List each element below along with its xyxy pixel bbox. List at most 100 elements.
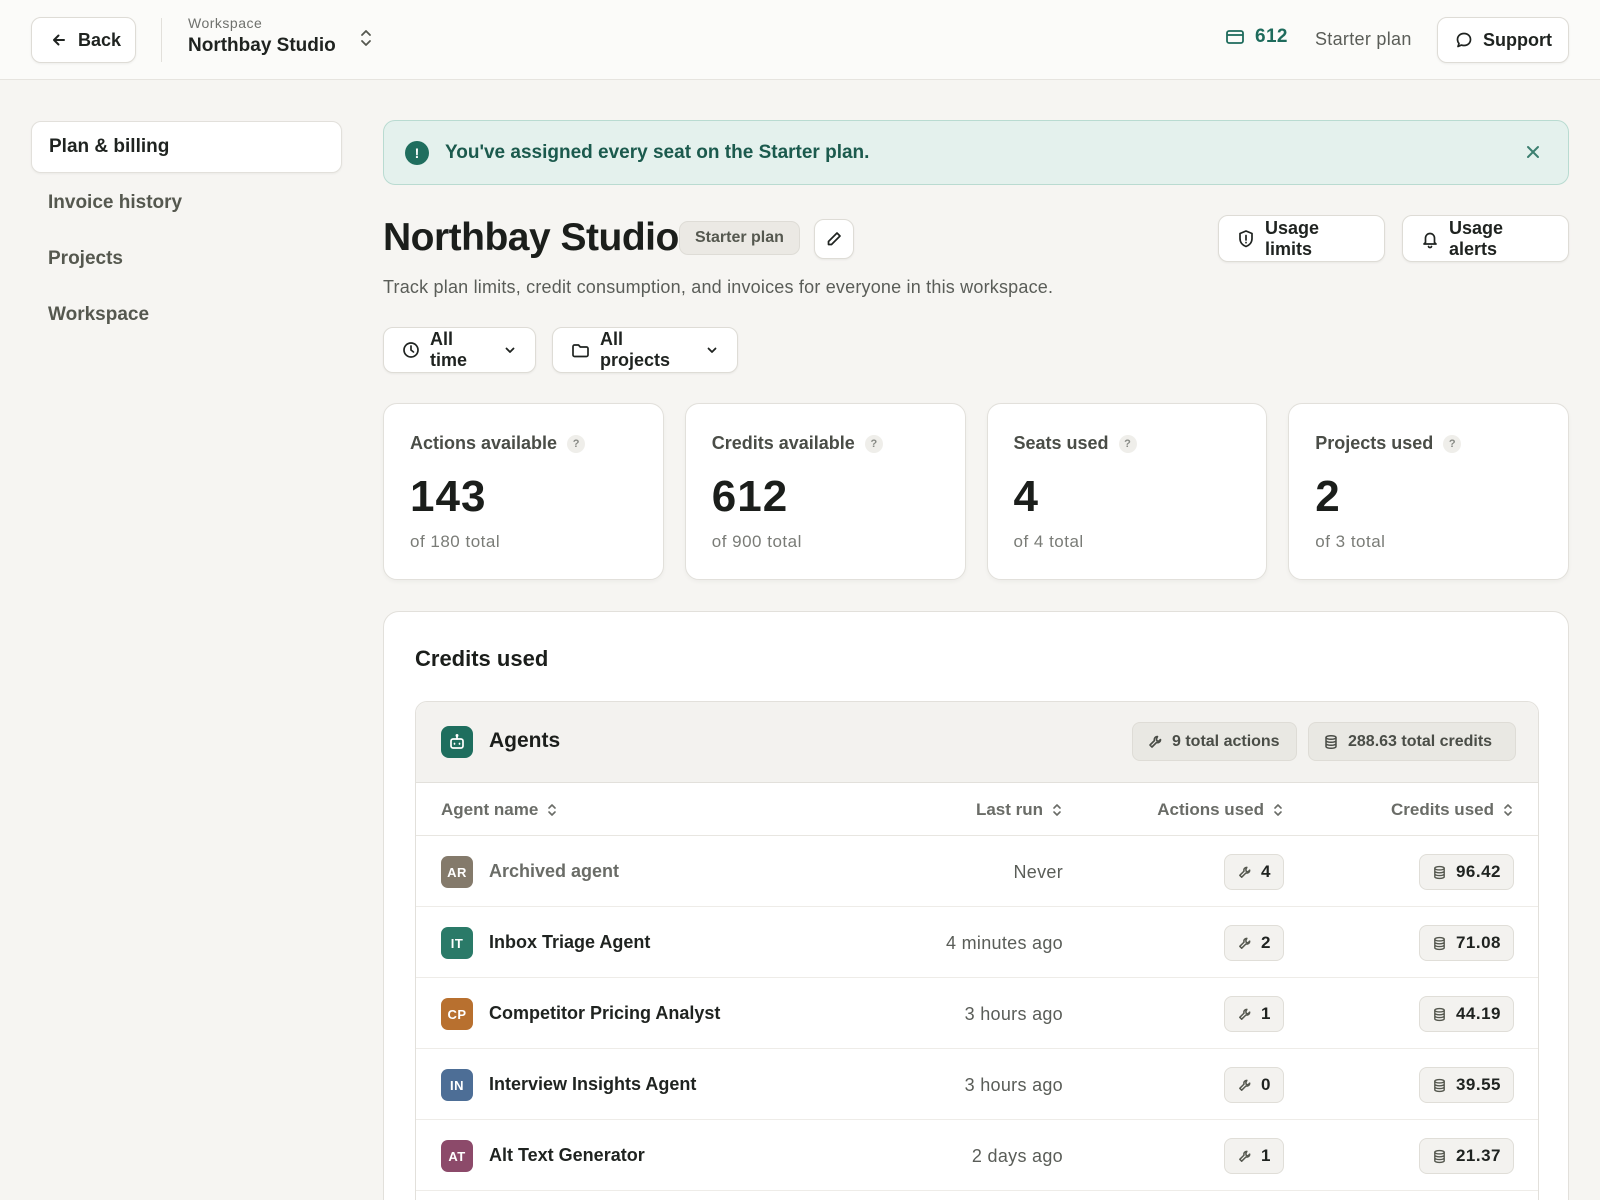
- chevron-up-down-icon: [358, 27, 374, 49]
- help-icon[interactable]: ?: [1443, 434, 1462, 453]
- actions-used-value: 1: [1261, 1146, 1271, 1165]
- credits-used-badge: 39.55: [1418, 1067, 1514, 1103]
- help-icon[interactable]: ?: [1118, 434, 1137, 453]
- column-last-run[interactable]: Last run: [976, 800, 1063, 820]
- stat-label: Seats used ?: [1014, 433, 1241, 454]
- sidebar-item-projects[interactable]: Projects: [31, 233, 342, 285]
- credits-used-value: 71.08: [1455, 933, 1501, 952]
- sidebar-item-invoice-history[interactable]: Invoice history: [31, 177, 342, 229]
- credits-used-panel: Credits used Agents 9 total actions 288.…: [383, 611, 1569, 1200]
- credits-used-badge: 71.08: [1418, 925, 1514, 961]
- chevron-down-icon: [705, 343, 719, 357]
- table-row[interactable]: IN Interview Insights Agent 3 hours ago …: [416, 1049, 1538, 1120]
- total-credits-text: 288.63 total credits: [1348, 732, 1493, 750]
- usage-limits-button[interactable]: Usage limits: [1218, 215, 1385, 262]
- agents-group-header: Agents 9 total actions 288.63 total cred…: [416, 702, 1538, 783]
- last-run: 4 minutes ago: [946, 933, 1063, 953]
- sidebar-item-workspace[interactable]: Workspace: [31, 289, 342, 341]
- avatar: CP: [441, 998, 473, 1030]
- wrench-icon: [1237, 1078, 1252, 1093]
- table-row[interactable]: IT Inbox Triage Agent 4 minutes ago 2 71…: [416, 907, 1538, 978]
- credit-count: 612: [1255, 26, 1288, 47]
- table-row[interactable]: CP Competitor Pricing Analyst 3 hours ag…: [416, 978, 1538, 1049]
- edit-name-button[interactable]: [814, 219, 854, 259]
- clock-icon: [402, 341, 420, 359]
- stat-total: of 3 total: [1315, 532, 1386, 551]
- wrench-icon: [1237, 1007, 1252, 1022]
- column-credits-used[interactable]: Credits used: [1391, 800, 1514, 820]
- workspace-switcher[interactable]: Workspace Northbay Studio: [188, 15, 388, 65]
- help-icon[interactable]: ?: [864, 434, 883, 453]
- agent-name: Alt Text Generator: [489, 1145, 645, 1165]
- avatar: IN: [441, 1069, 473, 1101]
- seat-limit-banner: ! You've assigned every seat on the Star…: [383, 120, 1569, 185]
- sort-icon: [546, 802, 558, 818]
- projects-filter[interactable]: All projects: [552, 327, 738, 373]
- last-run: Never: [1013, 862, 1063, 882]
- usage-alerts-button[interactable]: Usage alerts: [1402, 215, 1569, 262]
- database-icon: [1432, 1078, 1447, 1093]
- chevron-down-icon: [503, 343, 517, 357]
- credits-used-value: 96.42: [1455, 862, 1501, 881]
- table-row[interactable]: AR Archived agent Never 4 96.42: [416, 836, 1538, 907]
- column-agent-name[interactable]: Agent name: [441, 800, 558, 820]
- close-icon[interactable]: [1522, 141, 1544, 163]
- pencil-icon: [825, 230, 843, 248]
- stat-value: 2: [1315, 472, 1341, 521]
- stat-label: Projects used ?: [1315, 433, 1542, 454]
- credits-used-value: 44.19: [1455, 1004, 1501, 1023]
- avatar: IT: [441, 927, 473, 959]
- wallet-icon: [1225, 28, 1245, 46]
- stat-card-credits: Credits available ? 612 of 900 total: [684, 403, 966, 580]
- last-run: 3 hours ago: [964, 1004, 1063, 1024]
- actions-used-value: 4: [1261, 862, 1271, 881]
- column-label: Actions used: [1157, 800, 1264, 819]
- page-title: Northbay Studio: [383, 216, 679, 259]
- stat-value: 612: [711, 472, 789, 521]
- sort-icon: [1502, 802, 1514, 818]
- table-row[interactable]: AT Alt Text Generator 2 days ago 1 21.37: [416, 1120, 1538, 1191]
- back-button[interactable]: Back: [31, 17, 136, 63]
- credits-used-badge: 21.37: [1418, 1138, 1514, 1174]
- stat-value: 143: [410, 472, 487, 521]
- database-icon: [1432, 936, 1447, 951]
- stat-value: 4: [1013, 472, 1039, 521]
- column-label: Last run: [975, 800, 1043, 819]
- shield-icon: [1237, 229, 1255, 249]
- agent-name: Archived agent: [489, 861, 620, 881]
- database-icon: [1432, 1149, 1447, 1164]
- agent-name: Interview Insights Agent: [489, 1074, 697, 1094]
- wrench-icon: [1237, 1149, 1252, 1164]
- actions-used-value: 2: [1261, 933, 1271, 952]
- actions-used-badge: 2: [1224, 925, 1284, 961]
- column-actions-used[interactable]: Actions used: [1157, 800, 1284, 820]
- last-run: 3 hours ago: [964, 1075, 1063, 1095]
- actions-used-badge: 0: [1224, 1067, 1284, 1103]
- help-icon[interactable]: ?: [567, 434, 586, 453]
- stat-label-text: Seats used: [1013, 433, 1109, 453]
- plan-label: Starter plan: [1315, 29, 1412, 49]
- avatar: AT: [441, 1140, 473, 1172]
- stat-label-text: Credits available: [711, 433, 855, 453]
- folder-icon: [571, 342, 590, 359]
- stat-total: of 4 total: [1013, 532, 1084, 551]
- support-button[interactable]: Support: [1437, 17, 1569, 63]
- database-icon: [1323, 734, 1339, 750]
- divider: [161, 18, 162, 62]
- actions-used-badge: 1: [1224, 996, 1284, 1032]
- time-range-label: All time: [430, 329, 468, 370]
- agents-group-title: Agents: [489, 729, 561, 752]
- credits-used-title: Credits used: [415, 646, 549, 671]
- actions-used-value: 1: [1261, 1004, 1271, 1023]
- credit-balance[interactable]: 612: [1225, 26, 1288, 48]
- column-label: Agent name: [441, 800, 539, 819]
- sidebar-item-plan-billing[interactable]: Plan & billing: [31, 121, 342, 173]
- stat-label-text: Actions available: [410, 433, 558, 453]
- usage-alerts-label: Usage alerts: [1449, 217, 1504, 259]
- stat-total: of 900 total: [711, 532, 802, 551]
- support-label: Support: [1483, 29, 1552, 50]
- database-icon: [1432, 1007, 1447, 1022]
- wrench-icon: [1237, 936, 1252, 951]
- actions-used-badge: 1: [1224, 1138, 1284, 1174]
- time-range-filter[interactable]: All time: [383, 327, 536, 373]
